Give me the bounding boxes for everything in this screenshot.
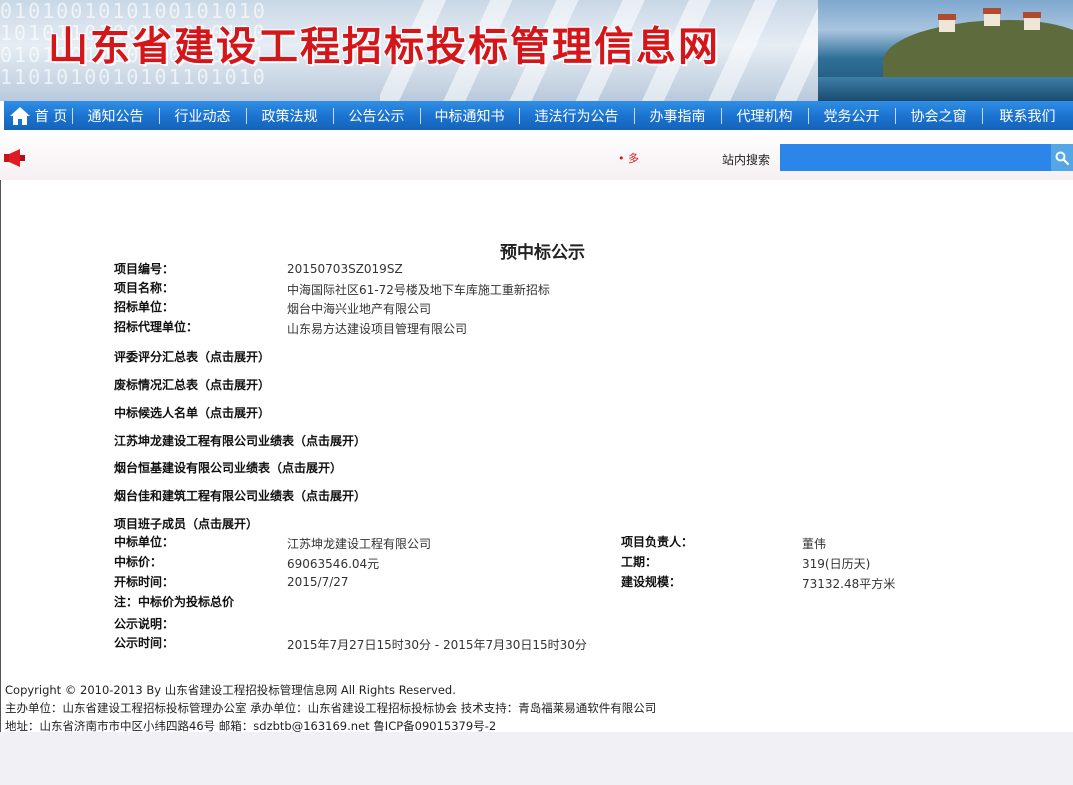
announcement-panel: 预中标公示 项目编号： 20150703SZ019SZ 项目名称： 中海国际社区… [0, 180, 1073, 733]
agent-value: 山东易方达建设项目管理有限公司 [287, 322, 468, 336]
nav-item-guide[interactable]: 办事指南 [634, 101, 721, 130]
expand-section-performance-hengji[interactable]: 烟台恒基建设有限公司业绩表（点击展开） [114, 459, 342, 476]
site-title: 山东省建设工程招标投标管理信息网 [48, 23, 720, 70]
speaker-icon [4, 149, 25, 167]
home-icon [9, 106, 30, 125]
nav-item-contact[interactable]: 联系我们 [982, 101, 1073, 130]
scrolling-notice[interactable]: • 多 [618, 150, 639, 166]
project-no-value: 20150703SZ019SZ [287, 262, 403, 276]
expand-section-scores[interactable]: 评委评分汇总表（点击展开） [114, 348, 270, 365]
search-button[interactable] [1051, 144, 1073, 171]
price-value: 69063546.04元 [287, 557, 380, 571]
tenderer-value: 烟台中海兴业地产有限公司 [287, 302, 432, 316]
winner-label: 中标单位： [114, 535, 175, 549]
page-bottom-strip [0, 732, 1073, 785]
nav-item-agencies[interactable]: 代理机构 [721, 101, 808, 130]
tenderer-label: 招标单位： [114, 300, 175, 314]
project-name-value: 中海国际社区61-72号楼及地下车库施工重新招标 [287, 283, 550, 297]
expand-section-candidates[interactable]: 中标候选人名单（点击展开） [114, 404, 270, 421]
scale-value: 73132.48平方米 [802, 577, 896, 591]
expand-section-team[interactable]: 项目班子成员（点击展开） [114, 515, 258, 532]
remark-label: 公示说明： [114, 617, 175, 631]
nav-item-association[interactable]: 协会之窗 [895, 101, 982, 130]
footer-copyright: Copyright © 2010-2013 By 山东省建设工程招投标管理信息网… [5, 683, 456, 697]
nav-item-label: 首 页 [34, 108, 68, 125]
search-bar: • 多 站内搜索 [0, 130, 1073, 180]
project-no-label: 项目编号： [114, 262, 175, 276]
footer-sponsor: 主办单位：山东省建设工程招标投标管理办公室 承办单位：山东省建设工程招标投标协会… [5, 701, 657, 715]
main-nav: 首 页 通知公告 行业动态 政策法规 公告公示 中标通知书 违法行为公告 办事指… [4, 101, 1073, 130]
banner-house [984, 14, 1000, 26]
nav-item-party-affairs[interactable]: 党务公开 [808, 101, 895, 130]
price-note: 注：中标价为投标总价 [114, 595, 235, 609]
expand-section-invalid-bids[interactable]: 废标情况汇总表（点击展开） [114, 376, 270, 393]
nav-item-announcements[interactable]: 公告公示 [333, 101, 420, 130]
nav-item-industry-news[interactable]: 行业动态 [159, 101, 246, 130]
nav-item-notices[interactable]: 通知公告 [72, 101, 159, 130]
search-icon [1055, 151, 1069, 165]
search-label: 站内搜索 [722, 153, 771, 167]
period-label: 公示时间： [114, 636, 175, 650]
open-time-value: 2015/7/27 [287, 575, 349, 589]
manager-value: 董伟 [802, 537, 827, 551]
search-input[interactable] [780, 144, 1051, 171]
nav-item-violations[interactable]: 违法行为公告 [519, 101, 634, 130]
scale-label: 建设规模： [621, 575, 682, 589]
nav-item-policies[interactable]: 政策法规 [246, 101, 333, 130]
banner-house [1024, 18, 1040, 30]
site-banner: 0101001010100101010 1010110100101010110 … [0, 0, 1073, 101]
period-value: 2015年7月27日15时30分 - 2015年7月30日15时30分 [287, 638, 587, 652]
duration-label: 工期： [621, 555, 658, 569]
manager-label: 项目负责人： [621, 535, 694, 549]
banner-coast-photo [818, 0, 1073, 101]
expand-section-performance-jiahe[interactable]: 烟台佳和建筑工程有限公司业绩表（点击展开） [114, 487, 366, 504]
duration-value: 319(日历天) [802, 557, 871, 571]
project-name-label: 项目名称： [114, 281, 175, 295]
nav-item-home[interactable]: 首 页 [4, 101, 72, 130]
winner-value: 江苏坤龙建设工程有限公司 [287, 537, 432, 551]
nav-item-award-notices[interactable]: 中标通知书 [420, 101, 519, 130]
open-time-label: 开标时间： [114, 575, 175, 589]
banner-sea [818, 77, 1073, 101]
banner-house [939, 20, 955, 32]
price-label: 中标价： [114, 555, 163, 569]
agent-label: 招标代理单位： [114, 320, 199, 334]
expand-section-performance-kunlong[interactable]: 江苏坤龙建设工程有限公司业绩表（点击展开） [114, 432, 366, 449]
